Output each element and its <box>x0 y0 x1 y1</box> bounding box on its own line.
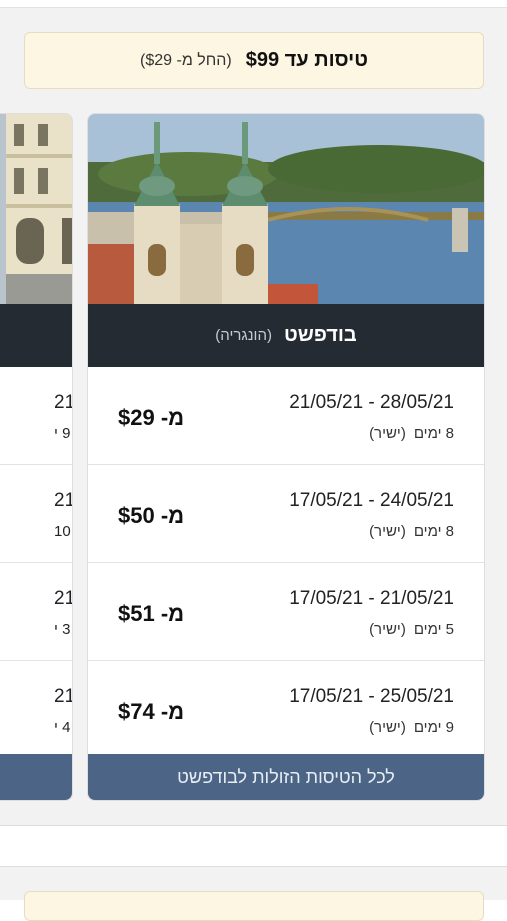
deal-dates: 17/05/21 - 25/05/21 <box>289 686 454 707</box>
peek-deal-row[interactable]: 21 10 <box>0 465 72 563</box>
peek-days-fragment: 3 י <box>54 621 71 638</box>
deal-meta: 5 ימים (ישיר) <box>361 621 454 638</box>
peek-date-fragment: 21 <box>54 490 72 511</box>
peek-all-flights-button[interactable] <box>0 754 72 800</box>
next-section <box>0 866 507 921</box>
peek-days-fragment: 10 <box>54 523 71 540</box>
peek-date-fragment: 21 <box>54 392 72 413</box>
city-building-facade-photo[interactable] <box>0 114 72 304</box>
deal-dates: 17/05/21 - 21/05/21 <box>289 588 454 609</box>
banner-subtitle: (החל מ- $29) <box>140 51 232 69</box>
peek-days-fragment: 9 י <box>54 425 71 442</box>
deal-price: מ- $50 <box>118 503 185 528</box>
all-cheap-flights-button[interactable]: לכל הטיסות הזולות לבודפשט <box>88 754 484 800</box>
peek-deal-row[interactable]: 21 9 י <box>0 367 72 465</box>
destination-card-peek[interactable]: 21 9 י 21 10 21 3 י 21 4 י <box>0 114 72 800</box>
budapest-church-river-bridge-photo[interactable] <box>88 114 484 304</box>
deal-price: מ- $51 <box>118 601 185 626</box>
flight-deal-row[interactable]: 17/05/21 - 25/05/21 9 ימים (ישיר) מ- $74 <box>88 661 484 759</box>
top-spacer <box>0 0 507 8</box>
deal-type: (ישיר) <box>369 621 406 638</box>
cheap-flights-section: טיסות עד $99 (החל מ- $29) 21 9 י <box>0 8 507 826</box>
peek-deal-row[interactable]: 21 4 י <box>0 661 72 759</box>
deal-duration: 5 ימים <box>413 621 454 638</box>
destination-card-budapest[interactable]: בודפשט (הונגריה) 21/05/21 - 28/05/21 8 י… <box>88 114 484 800</box>
deal-duration: 8 ימים <box>413 425 454 442</box>
deal-meta: 8 ימים (ישיר) <box>361 425 454 442</box>
banner-title: טיסות עד $99 <box>245 49 368 71</box>
peek-date-fragment: 21 <box>54 588 72 609</box>
peek-date-fragment: 21 <box>54 686 72 707</box>
deals-banner: טיסות עד $99 (החל מ- $29) <box>24 32 484 89</box>
next-deals-banner <box>24 891 484 921</box>
deal-duration: 8 ימים <box>413 523 454 540</box>
deal-meta: 9 ימים (ישיר) <box>361 719 454 736</box>
deal-dates: 21/05/21 - 28/05/21 <box>289 392 454 413</box>
city-title-bar: בודפשט (הונגריה) <box>88 304 484 367</box>
peek-days-fragment: 4 י <box>54 719 71 736</box>
flight-deal-row[interactable]: 17/05/21 - 21/05/21 5 ימים (ישיר) מ- $51 <box>88 563 484 661</box>
peek-city-bar <box>0 304 72 367</box>
city-name: בודפשט <box>283 324 357 346</box>
deal-meta: 8 ימים (ישיר) <box>361 523 454 540</box>
deal-type: (ישיר) <box>369 425 406 442</box>
flight-deal-row[interactable]: 17/05/21 - 24/05/21 8 ימים (ישיר) מ- $50 <box>88 465 484 563</box>
deal-duration: 9 ימים <box>413 719 454 736</box>
deal-type: (ישיר) <box>369 523 406 540</box>
deal-price: מ- $74 <box>118 699 185 724</box>
flight-deal-row[interactable]: 21/05/21 - 28/05/21 8 ימים (ישיר) מ- $29 <box>88 367 484 465</box>
deal-price: מ- $29 <box>118 405 185 430</box>
deal-type: (ישיר) <box>369 719 406 736</box>
peek-deal-row[interactable]: 21 3 י <box>0 563 72 661</box>
city-country: (הונגריה) <box>215 327 272 344</box>
deal-dates: 17/05/21 - 24/05/21 <box>289 490 454 511</box>
